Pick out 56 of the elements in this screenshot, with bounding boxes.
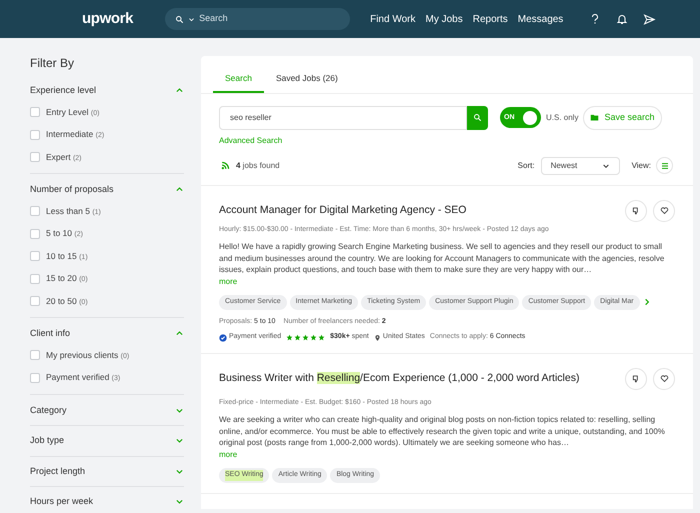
checkbox[interactable] bbox=[30, 296, 40, 306]
job-title[interactable]: Account Manager for Digital Marketing Agency - SEO bbox=[219, 200, 615, 217]
checkbox[interactable] bbox=[30, 152, 40, 162]
checkbox[interactable] bbox=[30, 107, 40, 118]
nav-link[interactable]: Messages bbox=[518, 12, 564, 26]
bell-icon[interactable] bbox=[616, 13, 628, 25]
checkbox[interactable] bbox=[30, 228, 40, 239]
nav-link[interactable]: Reports bbox=[472, 12, 508, 26]
tab[interactable]: Saved Jobs (26) bbox=[264, 72, 350, 93]
search-icon bbox=[473, 113, 482, 122]
nav-link[interactable]: Find Work bbox=[370, 12, 416, 26]
thumbs-down-icon bbox=[632, 206, 640, 215]
logo[interactable]: upwork bbox=[82, 8, 134, 30]
sort-dropdown[interactable]: Newest bbox=[540, 156, 620, 175]
sidebar-title: Filter By bbox=[30, 55, 76, 72]
filter-section-header[interactable]: Hours per week bbox=[30, 495, 184, 508]
sort-label: Sort: bbox=[518, 160, 535, 172]
chevron-right-icon[interactable] bbox=[642, 298, 651, 306]
paper-plane-icon[interactable] bbox=[643, 12, 656, 26]
checkbox[interactable] bbox=[30, 350, 40, 360]
toggle-label: U.S. only bbox=[546, 112, 578, 124]
dislike-button[interactable] bbox=[625, 368, 647, 390]
filter-section-header[interactable]: Experience level bbox=[30, 84, 184, 98]
job-title[interactable]: Business Writer with Reselling/Ecom Experience (1,000 - 2,000 word Articles) bbox=[219, 368, 615, 385]
folder-icon bbox=[590, 113, 600, 122]
job-description: We are seeking a writer who can create high-quality and original blog posts on non-fiction topics related to: reselling, selling online, and/or ecommerce. You must be able to effectively research the given topic and write a unique, outstanding, and 100% original post (posts range from 1,000-2,000 words). Ultimately we are seeking someone who has… bbox=[219, 414, 666, 449]
verified-badge-icon bbox=[219, 334, 227, 342]
save-job-button[interactable] bbox=[653, 200, 675, 222]
caret-icon bbox=[188, 16, 196, 22]
filter-section-header[interactable]: Project length bbox=[30, 464, 184, 478]
list-view-button[interactable] bbox=[656, 157, 673, 174]
save-job-button[interactable] bbox=[653, 368, 675, 390]
search-icon bbox=[175, 14, 184, 24]
checkbox[interactable] bbox=[30, 206, 40, 216]
dislike-button[interactable] bbox=[625, 200, 647, 222]
list-icon bbox=[660, 162, 668, 170]
checkbox[interactable] bbox=[30, 274, 40, 284]
view-label: View: bbox=[632, 160, 651, 172]
location-pin-icon bbox=[374, 334, 381, 342]
filter-section-header[interactable]: Job type bbox=[30, 434, 184, 448]
checkbox[interactable] bbox=[30, 130, 40, 140]
rss-icon bbox=[221, 161, 230, 170]
search-field[interactable]: Search bbox=[165, 8, 350, 30]
checkbox[interactable] bbox=[30, 251, 40, 262]
search-input[interactable]: seo reseller bbox=[219, 106, 467, 130]
heart-icon bbox=[660, 206, 668, 216]
filter-section-header[interactable]: Category bbox=[30, 404, 184, 417]
checkbox[interactable] bbox=[30, 372, 40, 383]
filter-section-header[interactable]: Client info bbox=[30, 327, 184, 340]
job-description: Hello! We have a rapidly growing Search Engine Marketing business. We sell to agencies and they resell our product to small and medium businesses around the country. We are looking for Account Managers to communicate with the agencies, resolve issues, explain product questions, and touch base with them to make sure they are very happy with our… bbox=[219, 241, 666, 276]
heart-icon bbox=[660, 374, 668, 384]
filter-section-header[interactable]: Number of proposals bbox=[30, 183, 184, 196]
nav-link[interactable]: My Jobs bbox=[425, 12, 463, 26]
results-count: 4 jobs found bbox=[236, 160, 280, 172]
search-button[interactable] bbox=[467, 106, 488, 130]
thumbs-down-icon bbox=[632, 374, 640, 383]
